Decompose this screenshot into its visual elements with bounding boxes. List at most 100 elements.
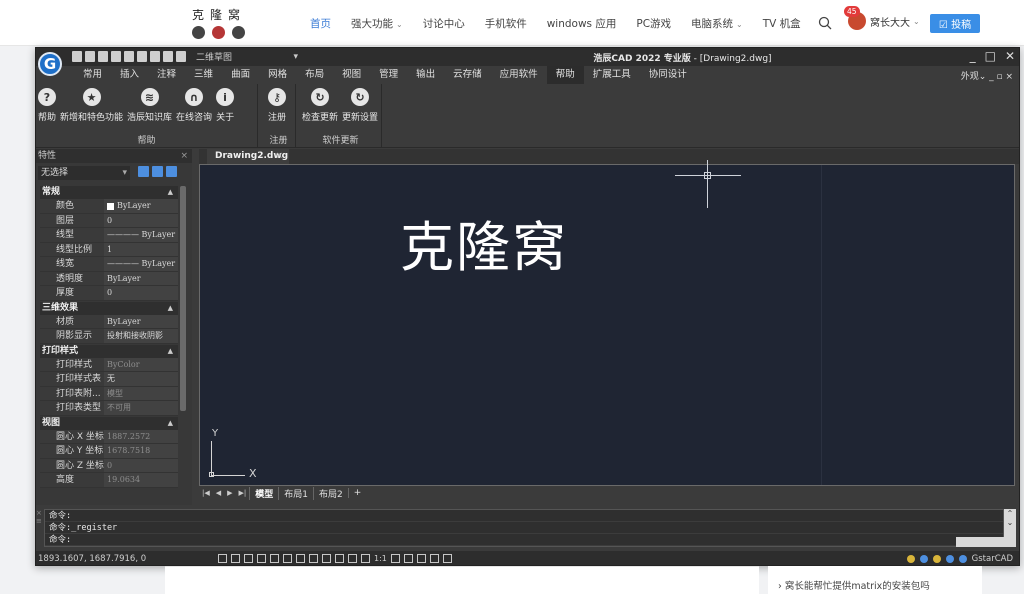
close-icon[interactable]: × xyxy=(180,149,188,163)
close-icon[interactable]: ✕ xyxy=(1005,49,1015,63)
horizontal-scrollbar[interactable] xyxy=(956,537,1004,547)
menu-common[interactable]: 常用 xyxy=(74,66,111,84)
fullscreen-icon[interactable] xyxy=(958,555,967,563)
nav-tv[interactable]: TV 机盒 xyxy=(763,16,801,31)
hardware-accel-icon[interactable] xyxy=(416,554,426,563)
help-button[interactable]: ? 帮助 xyxy=(36,84,58,123)
menu-view[interactable]: 视图 xyxy=(333,66,370,84)
section-plot-style[interactable]: 打印样式 ▲ xyxy=(40,344,178,358)
prop-row[interactable]: 厚度 0 xyxy=(40,286,178,301)
prop-row[interactable]: 图层 0 xyxy=(40,213,178,228)
tab-layout1[interactable]: 布局1 xyxy=(278,486,313,500)
add-layout-button[interactable]: + xyxy=(347,488,367,498)
dyn-input-icon[interactable] xyxy=(309,554,318,563)
site-logo[interactable]: 克隆窝 xyxy=(188,6,252,42)
prop-row[interactable]: 打印表类型 不可用 xyxy=(40,401,178,416)
section-3d-effects[interactable]: 三维效果 ▲ xyxy=(40,301,178,315)
tab-layout2[interactable]: 布局2 xyxy=(313,486,348,500)
register-button[interactable]: ⚷ 注册 xyxy=(262,84,288,123)
online-consult-button[interactable]: ∩ 在线咨询 xyxy=(174,84,214,123)
next-tab-icon[interactable]: ▶ xyxy=(224,489,235,497)
tab-drawing2[interactable]: Drawing2.dwg × xyxy=(207,149,289,164)
lightbulb-icon[interactable] xyxy=(932,555,941,563)
prop-row[interactable]: 线型 ———— ByLayer xyxy=(40,228,178,243)
prop-row[interactable]: 线宽 ———— ByLayer xyxy=(40,257,178,272)
prop-row[interactable]: 打印样式 ByColor xyxy=(40,357,178,372)
grid-icon[interactable] xyxy=(231,554,240,563)
command-input[interactable]: 命令: xyxy=(45,534,1003,546)
maximize-icon[interactable]: □ xyxy=(985,49,996,63)
knowledge-base-button[interactable]: ≋ 浩辰知识库 xyxy=(125,84,174,123)
lineweight-icon[interactable] xyxy=(322,554,331,563)
nav-mobile[interactable]: 手机软件 xyxy=(485,16,527,31)
menu-apps[interactable]: 应用软件 xyxy=(491,66,547,84)
annotation-scale[interactable]: 1:1 xyxy=(374,554,387,563)
ortho-icon[interactable] xyxy=(257,554,266,563)
prop-row[interactable]: 颜色 ByLayer xyxy=(40,199,178,214)
search-icon[interactable] xyxy=(818,16,832,30)
minimize-icon[interactable]: _ xyxy=(970,49,976,63)
transparency-icon[interactable] xyxy=(335,554,344,563)
selection-dropdown[interactable]: 无选择 ▾ xyxy=(38,166,130,180)
properties-scrollbar[interactable] xyxy=(180,186,186,411)
menu-cloud[interactable]: 云存储 xyxy=(444,66,491,84)
prop-row[interactable]: 线型比例 1 xyxy=(40,242,178,257)
snap-icon[interactable] xyxy=(244,554,253,563)
section-view[interactable]: 视图 ▲ xyxy=(40,416,178,430)
prop-row[interactable]: 阴影显示 投射和接收阴影 xyxy=(40,329,178,344)
prop-row[interactable]: 材质 ByLayer xyxy=(40,314,178,329)
drawing-text[interactable]: 克隆窝 xyxy=(400,203,568,282)
user-menu[interactable]: 45 窝长大大 ⌄ xyxy=(844,6,920,30)
close-icon[interactable]: × xyxy=(275,149,283,164)
appearance-menu[interactable]: 外观⌄ _ ▫ × xyxy=(961,69,1013,82)
prop-row[interactable]: 圆心 X 坐标 1887.2572 xyxy=(40,429,178,444)
prop-row[interactable]: 圆心 Y 坐标 1678.7518 xyxy=(40,444,178,459)
section-general[interactable]: 常规 ▲ xyxy=(40,186,178,199)
nav-discussion[interactable]: 讨论中心 xyxy=(423,16,465,31)
menu-collab[interactable]: 协同设计 xyxy=(640,66,696,84)
cloud-icon[interactable] xyxy=(945,555,954,563)
lock-icon[interactable] xyxy=(919,555,928,563)
polar-icon[interactable] xyxy=(270,554,279,563)
menu-insert[interactable]: 插入 xyxy=(111,66,148,84)
sidebar-link[interactable]: › 窝长能帮忙提供matrix的安装包吗 xyxy=(778,578,930,592)
menu-extensions[interactable]: 扩展工具 xyxy=(584,66,640,84)
update-settings-button[interactable]: ↻ 更新设置 xyxy=(340,84,380,123)
menu-mesh[interactable]: 网格 xyxy=(259,66,296,84)
settings-icon[interactable] xyxy=(906,555,915,563)
menu-manage[interactable]: 管理 xyxy=(370,66,407,84)
new-features-button[interactable]: ★ 新增和特色功能 xyxy=(58,84,125,123)
menu-surface[interactable]: 曲面 xyxy=(222,66,259,84)
menu-3d[interactable]: 三维 xyxy=(185,66,222,84)
nav-systems[interactable]: 电脑系统 ⌄ xyxy=(691,16,743,31)
clean-screen-icon[interactable] xyxy=(442,554,452,563)
nav-windows[interactable]: windows 应用 xyxy=(547,16,617,31)
annotation-icon[interactable] xyxy=(361,554,370,563)
command-scrollbar[interactable]: ⌃ ⌄ xyxy=(1004,509,1016,547)
menu-layout[interactable]: 布局 xyxy=(296,66,333,84)
auto-scale-icon[interactable] xyxy=(403,554,413,563)
menu-annotate[interactable]: 注释 xyxy=(148,66,185,84)
model-space-icon[interactable] xyxy=(218,554,227,563)
first-tab-icon[interactable]: |◀ xyxy=(199,489,213,497)
tab-model[interactable]: 模型 xyxy=(249,486,278,500)
nav-home[interactable]: 首页 xyxy=(310,16,331,31)
nav-features[interactable]: 强大功能 ⌄ xyxy=(351,16,403,31)
select-objects-icon[interactable] xyxy=(152,166,163,177)
app-logo[interactable]: G xyxy=(38,52,62,76)
command-grip-icon[interactable]: × ≡ xyxy=(36,509,44,547)
prop-row[interactable]: 打印表附... 模型 xyxy=(40,386,178,401)
nav-pc-games[interactable]: PC游戏 xyxy=(636,16,671,31)
prop-row[interactable]: 打印样式表无 xyxy=(40,372,178,387)
prop-row[interactable]: 高度 19.0634 xyxy=(40,473,178,488)
menu-output[interactable]: 输出 xyxy=(407,66,444,84)
menu-help[interactable]: 帮助 xyxy=(546,66,584,84)
quick-select-icon[interactable] xyxy=(138,166,149,177)
prop-row[interactable]: 圆心 Z 坐标 0 xyxy=(40,458,178,473)
osnap-icon[interactable] xyxy=(283,554,292,563)
annotation-visibility-icon[interactable] xyxy=(390,554,400,563)
prev-tab-icon[interactable]: ◀ xyxy=(213,489,224,497)
selection-cycling-icon[interactable] xyxy=(348,554,357,563)
about-button[interactable]: i 关于 xyxy=(214,84,236,123)
check-update-button[interactable]: ↻ 检查更新 xyxy=(300,84,340,123)
